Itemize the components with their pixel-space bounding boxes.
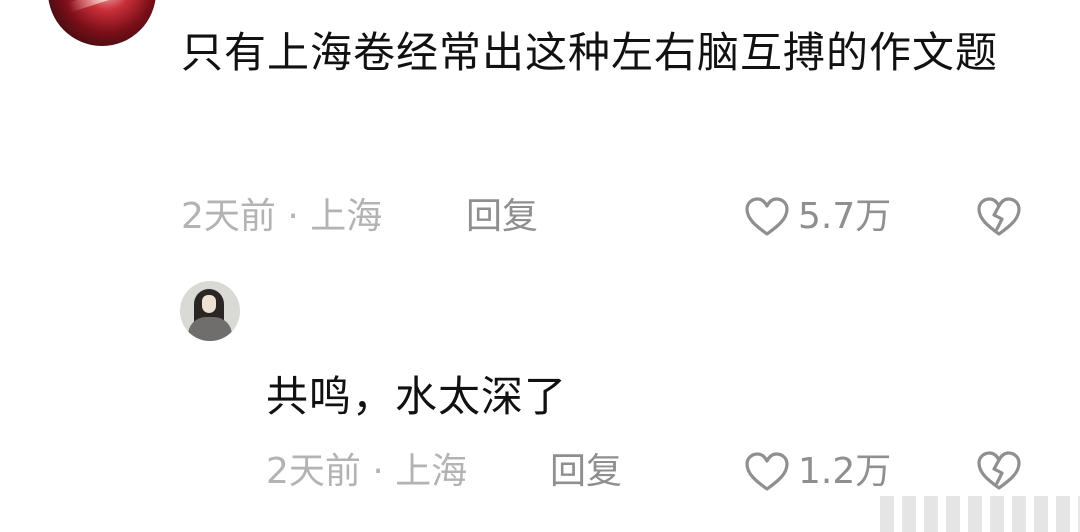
broken-heart-icon — [977, 451, 1021, 490]
comment-meta: 2天前 · 上海 — [266, 451, 468, 492]
dislike-button[interactable] — [976, 196, 1022, 242]
watermark-overlay — [880, 496, 1080, 532]
like-count: 5.7万 — [798, 196, 892, 237]
comment-text: 共鸣，水太深了 — [266, 372, 568, 421]
reply-button[interactable]: 回复 — [466, 195, 538, 239]
avatar[interactable] — [180, 281, 240, 341]
broken-heart-icon — [977, 197, 1021, 236]
avatar-graphic — [68, 0, 148, 13]
like-count: 1.2万 — [798, 451, 892, 492]
avatar-graphic — [188, 317, 232, 341]
like-button[interactable]: 1.2万 — [744, 450, 891, 494]
dislike-button[interactable] — [976, 450, 1022, 496]
heart-outline-icon — [745, 197, 789, 236]
like-button[interactable]: 5.7万 — [744, 195, 891, 239]
heart-outline-icon — [745, 452, 789, 491]
avatar[interactable] — [48, 0, 156, 46]
comment-meta: 2天前 · 上海 — [181, 196, 383, 237]
comment-text: 只有上海卷经常出这种左右脑互搏的作文题 — [181, 28, 999, 77]
avatar-graphic — [202, 295, 216, 313]
reply-button[interactable]: 回复 — [550, 450, 622, 494]
